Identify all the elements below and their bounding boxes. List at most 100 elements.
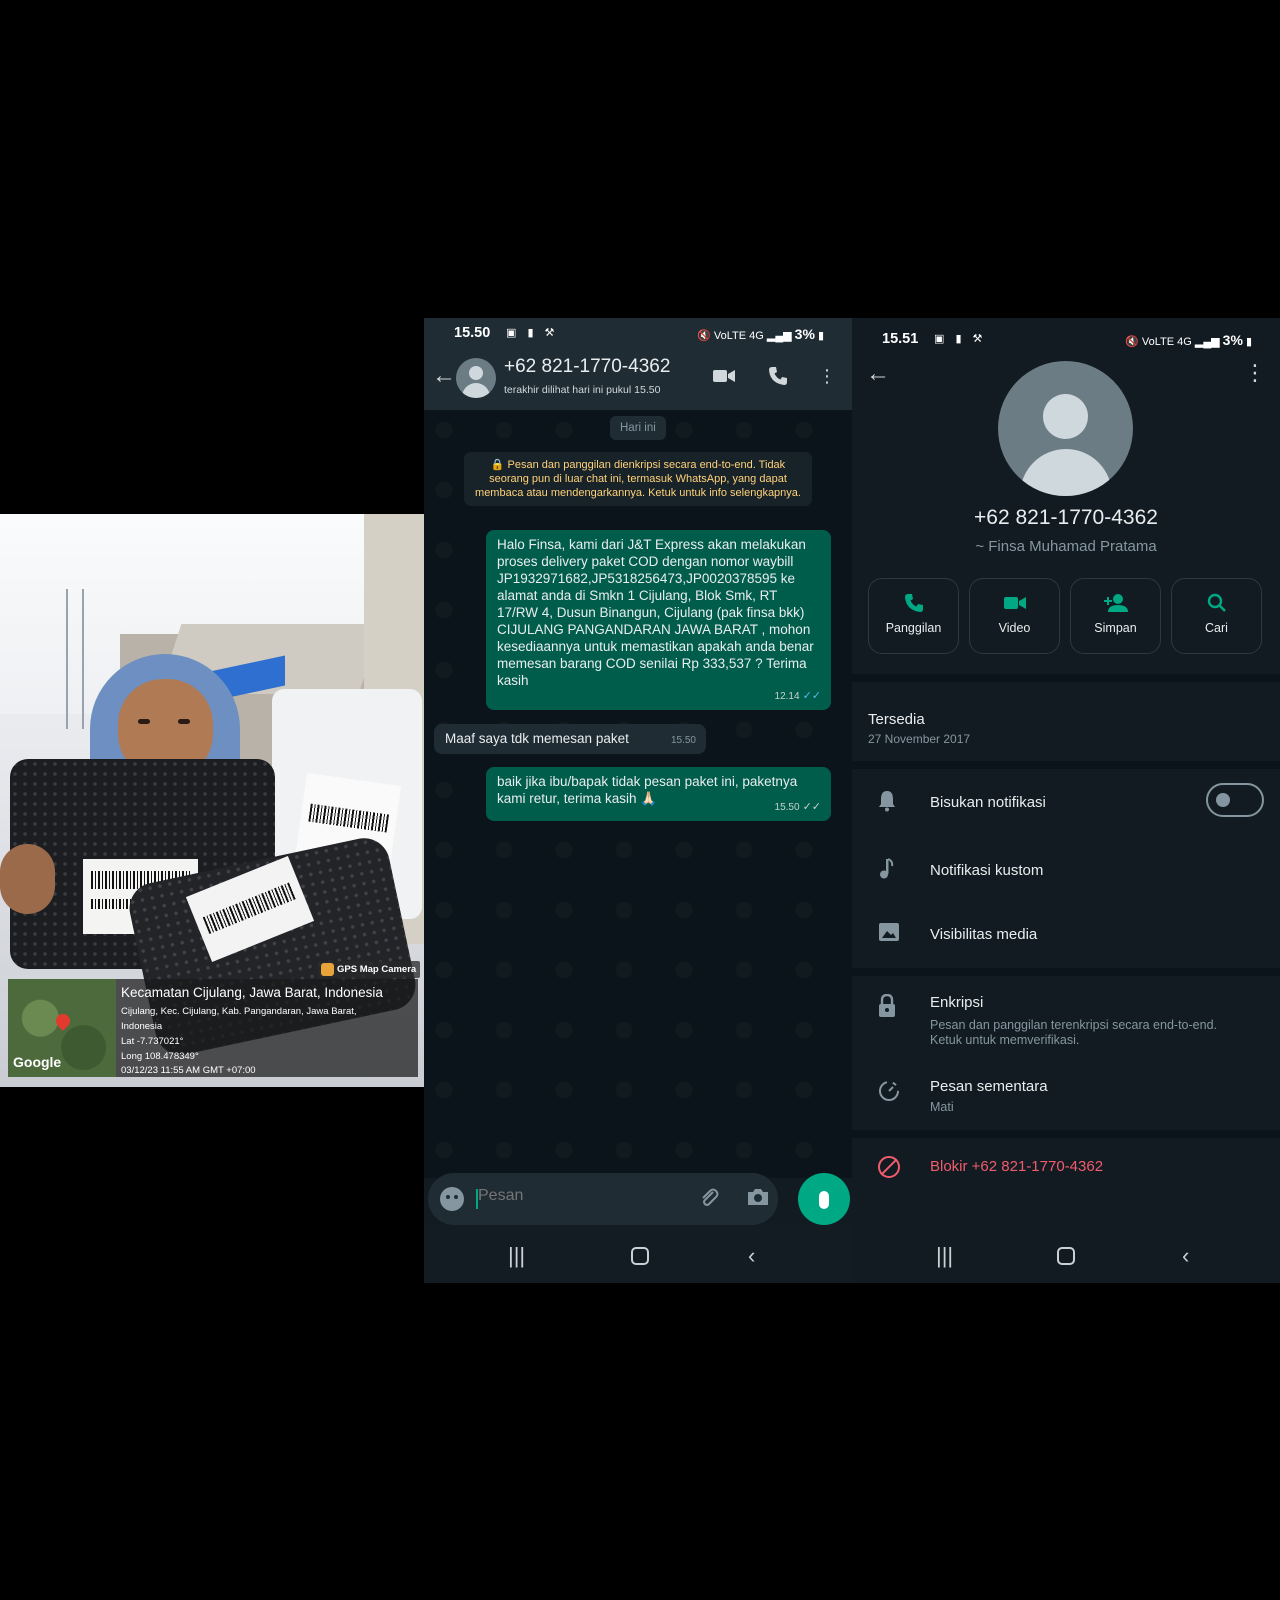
chat-screen: 15.50 ▣ ▮ ⚒ 🔇 VoLTE 4G ▂▄▆ 3% ▮ ← +62 82…: [424, 318, 852, 1283]
status-bar: 15.51 ▣ ▮ ⚒ 🔇 VoLTE 4G ▂▄▆ 3% ▮: [852, 324, 1280, 354]
contact-alias: ~ Finsa Muhamad Pratama: [975, 538, 1157, 555]
save-contact-button[interactable]: Simpan: [1070, 578, 1161, 654]
latitude: Lat -7.737021°: [121, 1036, 184, 1047]
more-options-icon[interactable]: ⋮: [818, 366, 836, 387]
video-label: Video: [998, 621, 1031, 635]
battery-level: 3%: [794, 326, 815, 342]
message-time: 15.50: [774, 802, 800, 813]
action-buttons: Panggilan Video Simpan Cari: [868, 578, 1268, 654]
add-person-icon: [1071, 593, 1160, 615]
delivered-ticks-icon: ✓✓: [802, 801, 821, 813]
block-icon: [878, 1156, 900, 1178]
battery-level: 3%: [1222, 332, 1243, 348]
person-eye: [178, 719, 190, 724]
call-button[interactable]: Panggilan: [868, 578, 959, 654]
back-arrow-icon[interactable]: ←: [866, 360, 890, 388]
encryption-row[interactable]: Enkripsi Pesan dan panggilan terenkripsi…: [852, 982, 1280, 1060]
disappearing-messages-row[interactable]: Pesan sementara Mati: [852, 1066, 1280, 1128]
more-options-icon[interactable]: ⋮: [1244, 360, 1266, 386]
mute-notifications-row[interactable]: Bisukan notifikasi: [852, 778, 1280, 838]
outgoing-message[interactable]: baik jika ibu/bapak tidak pesan paket in…: [486, 767, 831, 821]
video-icon: [970, 593, 1059, 615]
message-meta: 15.50 ✓✓: [775, 799, 821, 816]
home-icon[interactable]: [1057, 1247, 1075, 1265]
read-ticks-icon: ✓✓: [802, 690, 821, 702]
message-input[interactable]: [478, 1187, 658, 1205]
back-arrow-icon[interactable]: ←: [432, 364, 456, 388]
camera-icon[interactable]: [746, 1187, 770, 1213]
search-icon: [1172, 593, 1261, 615]
gps-overlay: Google Kecamatan Cijulang, Jawa Barat, I…: [8, 979, 418, 1077]
contact-info-screen: 15.51 ▣ ▮ ⚒ 🔇 VoLTE 4G ▂▄▆ 3% ▮ ← ⋮ +62 …: [852, 318, 1280, 1283]
gps-camera-tag: GPS Map Camera: [318, 961, 421, 978]
longitude: Long 108.478349°: [121, 1051, 199, 1062]
photo-antenna-tower: [66, 589, 84, 729]
status-time: 15.51: [882, 331, 919, 347]
phone-icon: [869, 593, 958, 615]
encryption-title: Enkripsi: [930, 994, 984, 1011]
contact-avatar[interactable]: [456, 358, 496, 398]
back-nav-icon[interactable]: ‹: [1182, 1243, 1189, 1269]
voice-call-icon[interactable]: [768, 366, 788, 392]
media-visibility-label: Visibilitas media: [930, 926, 1038, 943]
person-eye: [138, 719, 150, 724]
photo-timestamp: 03/12/23 11:55 AM GMT +07:00: [121, 1065, 256, 1076]
message-meta: 12.14 ✓✓: [775, 688, 821, 705]
outgoing-message[interactable]: Halo Finsa, kami dari J&T Express akan m…: [486, 530, 831, 710]
message-text: baik jika ibu/bapak tidak pesan paket in…: [497, 774, 798, 806]
toggle-knob: [1216, 793, 1230, 807]
mic-button[interactable]: [798, 1173, 850, 1225]
map-pin-icon: [53, 1011, 73, 1031]
chat-header: ← +62 821-1770-4362 terakhir dilihat har…: [424, 348, 852, 410]
message-composer: [428, 1173, 778, 1225]
status-right: 🔇 VoLTE 4G ▂▄▆ 3% ▮: [1125, 332, 1252, 348]
music-note-icon: [878, 858, 894, 886]
block-contact-row[interactable]: Blokir +62 821-1770-4362: [852, 1144, 1280, 1192]
divider: [852, 674, 1280, 682]
android-nav-bar: ||| ‹: [424, 1225, 852, 1283]
message-time: 12.14: [774, 691, 800, 702]
contact-name[interactable]: +62 821-1770-4362: [504, 356, 670, 378]
status-bar: 15.50 ▣ ▮ ⚒ 🔇 VoLTE 4G ▂▄▆ 3% ▮: [424, 318, 852, 348]
disappearing-title: Pesan sementara: [930, 1078, 1048, 1095]
recent-apps-icon[interactable]: |||: [508, 1243, 525, 1269]
address-line: Indonesia: [121, 1021, 163, 1032]
media-visibility-row[interactable]: Visibilitas media: [852, 910, 1280, 966]
microphone-icon: [819, 1191, 829, 1210]
call-label: Panggilan: [885, 621, 942, 635]
encryption-notice[interactable]: 🔒 Pesan dan panggilan dienkripsi secara …: [464, 452, 812, 506]
address-line: Cijulang, Kec. Cijulang, Kab. Pangandara…: [121, 1006, 357, 1017]
contact-number: +62 821-1770-4362: [974, 506, 1158, 529]
lock-icon: [878, 993, 896, 1024]
about-date: 27 November 2017: [868, 732, 971, 746]
block-label: Blokir +62 821-1770-4362: [930, 1158, 1104, 1175]
message-text: Halo Finsa, kami dari J&T Express akan m…: [497, 537, 814, 688]
incoming-message[interactable]: Maaf saya tdk memesan paket 15.50: [434, 724, 706, 754]
save-label: Simpan: [1094, 621, 1137, 635]
search-button[interactable]: Cari: [1171, 578, 1262, 654]
timer-icon: [878, 1080, 900, 1108]
back-nav-icon[interactable]: ‹: [748, 1243, 755, 1269]
message-text: Maaf saya tdk memesan paket: [445, 731, 629, 746]
mute-label: Bisukan notifikasi: [930, 794, 1046, 811]
location-title: Kecamatan Cijulang, Jawa Barat, Indonesi…: [121, 985, 383, 1000]
status-time: 15.50: [454, 325, 491, 341]
custom-notifications-row[interactable]: Notifikasi kustom: [852, 846, 1280, 902]
android-nav-bar: ||| ‹: [852, 1225, 1280, 1283]
camera-app-icon: [321, 963, 334, 976]
mute-toggle[interactable]: [1206, 783, 1264, 817]
avatar-body: [1020, 449, 1112, 496]
home-icon[interactable]: [631, 1247, 649, 1265]
emoji-icon[interactable]: [440, 1187, 464, 1211]
avatar-body: [462, 383, 490, 398]
recent-apps-icon[interactable]: |||: [936, 1243, 953, 1269]
avatar-head: [1043, 394, 1088, 439]
date-separator: Hari ini: [610, 416, 666, 440]
video-button[interactable]: Video: [969, 578, 1060, 654]
attach-icon[interactable]: [698, 1187, 720, 1215]
delivery-proof-photo: GPS Map Camera Google Kecamatan Cijulang…: [0, 514, 424, 1087]
avatar-head: [469, 366, 483, 380]
video-call-icon[interactable]: [712, 366, 736, 392]
about-status: Tersedia: [868, 711, 925, 728]
profile-photo[interactable]: [998, 361, 1133, 496]
